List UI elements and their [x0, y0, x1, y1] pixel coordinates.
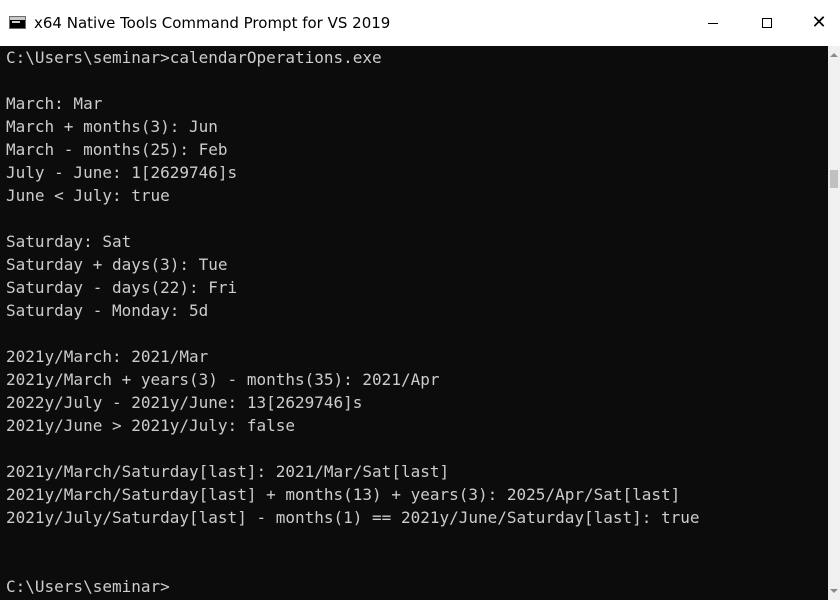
console-line: C:\Users\seminar>: [6, 577, 170, 596]
console-line: Saturday - days(22): Fri: [6, 278, 238, 297]
console-line: Saturday - Monday: 5d: [6, 301, 209, 320]
console-line: C:\Users\seminar>calendarOperations.exe: [6, 48, 382, 67]
console-line: 2021y/March/Saturday[last]: 2021/Mar/Sat…: [6, 462, 450, 481]
console-line: 2021y/July/Saturday[last] - months(1) ==…: [6, 508, 700, 527]
title-bar[interactable]: x64 Native Tools Command Prompt for VS 2…: [0, 0, 840, 46]
maximize-button[interactable]: [744, 0, 790, 46]
console-line: Saturday: Sat: [6, 232, 132, 251]
console-line: July - June: 1[2629746]s: [6, 163, 238, 182]
console-line: March: Mar: [6, 94, 103, 113]
scroll-up-button[interactable]: [828, 48, 840, 62]
console-line: 2021y/March/Saturday[last] + months(13) …: [6, 485, 681, 504]
arrow-up-icon: [830, 53, 838, 57]
close-button[interactable]: ✕: [796, 0, 840, 46]
console-line: June < July: true: [6, 186, 170, 205]
minimize-icon: [708, 22, 718, 24]
console-line: March + months(3): Jun: [6, 117, 218, 136]
console-line: 2021y/March: 2021/Mar: [6, 347, 209, 366]
arrow-down-icon: [830, 589, 838, 593]
console-line: March - months(25): Feb: [6, 140, 228, 159]
maximize-icon: [762, 18, 772, 28]
console-window: x64 Native Tools Command Prompt for VS 2…: [0, 0, 840, 600]
console-line: Saturday + days(3): Tue: [6, 255, 228, 274]
scroll-down-button[interactable]: [828, 584, 840, 598]
scrollbar-thumb[interactable]: [830, 170, 838, 188]
window-title: x64 Native Tools Command Prompt for VS 2…: [34, 14, 391, 32]
console-line: 2021y/June > 2021y/July: false: [6, 416, 295, 435]
console-output[interactable]: C:\Users\seminar>calendarOperations.exe M…: [0, 46, 828, 600]
console-icon: [9, 16, 26, 29]
minimize-button[interactable]: [690, 0, 736, 46]
close-icon: ✕: [811, 12, 827, 33]
console-lines: C:\Users\seminar>calendarOperations.exe M…: [6, 46, 700, 598]
console-line: 2022y/July - 2021y/June: 13[2629746]s: [6, 393, 363, 412]
vertical-scrollbar[interactable]: [828, 46, 840, 600]
console-line: 2021y/March + years(3) - months(35): 202…: [6, 370, 440, 389]
